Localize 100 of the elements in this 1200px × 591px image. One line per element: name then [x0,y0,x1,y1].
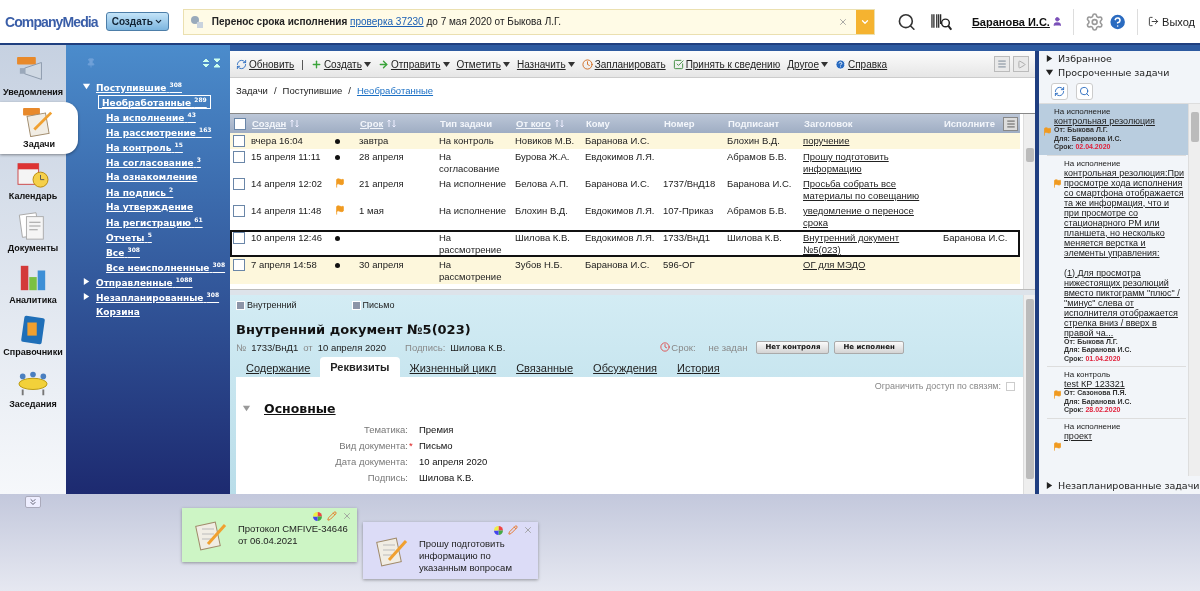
nav-item[interactable]: Заседания [0,362,66,414]
refresh-button[interactable] [1051,83,1068,100]
tree-item[interactable]: Все неисполненные $^{308}$ [102,259,230,274]
nav-item[interactable]: Справочники [0,310,66,362]
tree-item[interactable]: На контроль $^{15}$ [102,139,187,154]
close-icon[interactable] [838,16,849,27]
task-title[interactable]: контрольная резолюция [1054,116,1155,126]
title-link[interactable]: Просьба собрать все материалы по совещанию [803,178,937,201]
expanded-triangle-icon[interactable] [1045,67,1054,77]
settings-icon[interactable] [1085,11,1105,32]
title-link[interactable]: ОГ для МЭДО [803,259,937,271]
tree-item[interactable]: Поступившие $^{308}$ [92,79,186,94]
collapsed-triangle-icon[interactable] [1045,53,1054,63]
search-button[interactable] [1076,83,1093,100]
title-link[interactable]: Внутренний документ №5(023) [803,232,937,255]
tab[interactable]: Реквизиты [320,357,400,377]
color-wheel-icon[interactable] [494,525,503,535]
close-icon[interactable] [342,511,352,521]
collapsed-triangle-icon[interactable] [1045,480,1054,490]
restrict-checkbox[interactable] [1006,381,1015,391]
tree-item[interactable]: На ознакомление [102,170,202,183]
tree-item[interactable]: На утверждение [102,200,198,213]
toolbar-button[interactable]: Запланировать [581,58,666,70]
nav-item[interactable]: Календарь [0,154,66,206]
toolbar-button[interactable]: Отправить [377,58,450,70]
tree-item[interactable]: Отправленные $^{1088}$ [92,274,197,289]
panel-header[interactable]: Незапланированные задачи [1039,476,1200,494]
task-item[interactable] [1047,154,1186,366]
title-link[interactable]: поручение [803,135,937,147]
logout-button[interactable]: Выход [1148,15,1195,28]
create-button[interactable]: Создать [105,12,169,31]
sticky-note[interactable]: Протокол CMFIVE-34646 от 06.04.2021 [182,508,357,562]
task-title[interactable]: проект [1064,430,1121,441]
color-wheel-icon[interactable] [313,511,322,521]
collapsed-triangle-icon[interactable] [82,277,91,286]
toolbar-button[interactable]: Назначить [516,58,575,70]
title-link[interactable]: уведомление о переносе срока [803,205,937,228]
tab[interactable]: Связанные [506,359,584,377]
nav-item[interactable]: Аналитика [0,258,66,310]
tab[interactable]: Жизненный цикл [399,359,507,377]
row-checkbox[interactable] [233,259,245,271]
collapsed-triangle-icon[interactable] [82,292,91,301]
breadcrumb-item[interactable]: Задачи [236,84,268,96]
table-cell: Абрамов Б.В. [724,149,800,176]
tree-item[interactable]: На исполнение $^{43}$ [102,109,200,124]
breadcrumb-link[interactable]: Необработанные [356,84,434,96]
nav-item[interactable]: Задачи [0,102,78,154]
panel-header[interactable]: Просроченные задачи [1039,65,1200,79]
notification-link[interactable]: проверка 37230 [350,16,424,27]
scrollbar[interactable] [1023,295,1035,494]
select-all-checkbox[interactable] [234,117,246,130]
tree-item[interactable]: Необработанные $^{289}$ [98,94,211,109]
tree-item[interactable]: На подпись $^{2}$ [102,184,178,199]
user-link[interactable]: Баранова И.С. [971,15,1050,28]
task-item[interactable]: На исполнение проект [1047,417,1186,454]
sticky-note[interactable]: Прошу подготовить информацию по указанным вопросам [363,522,538,579]
tree-item[interactable]: На регистрацию $^{61}$ [102,214,207,229]
tree-item[interactable]: На согласование $^{3}$ [102,154,205,169]
table-row[interactable]: 15 апреля 11:11 28 апреля На согласование Бурова Ж.А. Евдокимов Л.Я. Абрамов Б.В. Прошу подготовить информацию [230,149,1020,176]
nav-item[interactable]: Уведомления [0,50,66,102]
breadcrumb-item[interactable]: Поступившие [282,84,343,96]
task-title[interactable]: test КР 123321 [1064,379,1132,389]
table-row[interactable]: 14 апреля 11:48 1 мая На исполнение Блохин В.Д. Евдокимов Л.Я. 107-Приказ Абрамов Б.В. уведомление о переносе срока [230,203,1020,230]
task-title[interactable]: контрольная резолюция:При просмотре хода исполнения со смартфона отображается та же информация, что и при просмотре со стационарного РМ или планшета, но несколько меняется верстка и элементы управления: (1) Для просмотра нижестоящих резолюций вместо пиктограмм "плюс" / "минус" слева от исполнителя отображается стрелка вниз / вверх в правой ча... [1064,167,1185,338]
barcode-search-icon[interactable] [930,11,952,32]
tree-item[interactable]: Отчеты $^{5}$ [102,229,156,244]
tab[interactable]: Содержание [236,359,321,377]
nav-item[interactable]: Документы [0,206,66,258]
toolbar-button[interactable]: Создать [310,58,371,70]
help-icon[interactable] [1107,11,1128,32]
table-row[interactable]: 10 апреля 12:46 На рассмотрение Шилова К.В. Евдокимов Л.Я. 1733/ВнД1 Шилова К.В. Внутренний документ №5(023) Баранова И.С. [230,230,1020,257]
column-menu-button[interactable] [1003,117,1018,131]
panel-header[interactable]: Избранное [1039,51,1200,65]
section-title[interactable]: Основные [264,400,336,416]
row-checkbox[interactable] [233,232,245,244]
toolbar-button[interactable]: Другое [787,58,828,70]
toolbar-button[interactable]: Принять к сведению [672,58,781,70]
tab[interactable]: История [667,359,730,377]
row-checkbox[interactable] [233,135,245,147]
scrollbar[interactable] [1023,114,1035,289]
toolbar-button[interactable]: Обновить [236,58,295,70]
tree-item[interactable]: На рассмотрение $^{163}$ [102,124,216,139]
expand-collapse-icon[interactable] [202,58,222,68]
toolbar-button[interactable]: Справка [834,58,888,70]
table-cell-text: 14 апреля 12:02 [250,177,323,191]
tree-item[interactable]: Незапланированные $^{308}$ [92,289,224,304]
tree-item[interactable]: Корзина [92,305,144,318]
row-checkbox[interactable] [233,178,245,190]
row-checkbox[interactable] [233,205,245,217]
logo[interactable]: CompanyMedia [5,13,98,30]
pencil-icon[interactable] [327,511,337,521]
tree-item[interactable]: Все $^{308}$ [102,244,144,259]
row-checkbox[interactable] [233,151,245,163]
collapse-button[interactable] [25,496,41,508]
toolbar-button[interactable]: Отметить [456,58,510,70]
search-icon[interactable] [897,11,917,32]
tab[interactable]: Обсуждения [583,359,668,377]
title-link[interactable]: Прошу подготовить информацию [803,151,937,174]
scrollbar[interactable] [1188,104,1200,476]
table-row[interactable]: вчера 16:04 завтра На контроль Новиков М.В. Баранова И.С. Блохин В.Д. поручение [230,133,1020,149]
